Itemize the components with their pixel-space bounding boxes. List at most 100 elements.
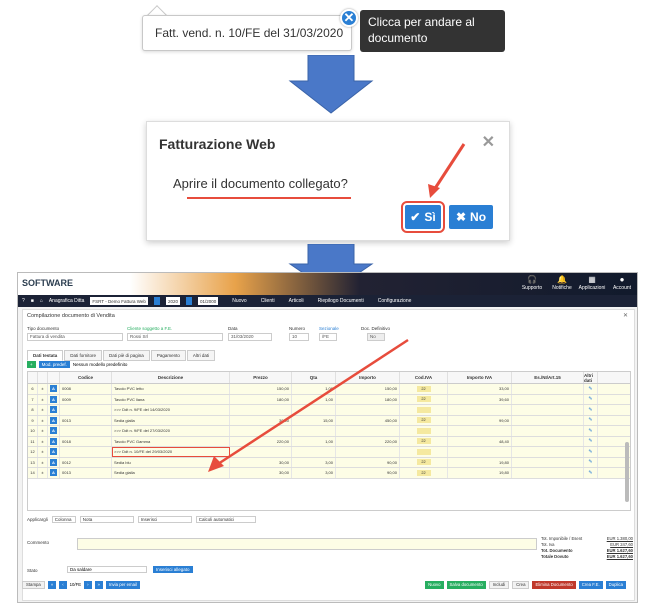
first-page-button[interactable]: « <box>47 580 57 589</box>
row-type-button[interactable]: A <box>50 385 57 393</box>
edit-icon[interactable]: ✎ <box>588 396 592 402</box>
save-button[interactable]: Salva documento <box>446 580 486 589</box>
calc-select[interactable]: Calcoli automatici <box>195 516 256 523</box>
reorder-icon[interactable]: ± <box>38 457 48 467</box>
tab-2[interactable]: Dati fornitore <box>64 350 103 361</box>
crea-button[interactable]: Crea <box>512 580 530 589</box>
tab-1[interactable]: Dati testata <box>27 350 64 361</box>
edit-icon[interactable]: ✎ <box>588 407 592 413</box>
top-icon-applicazioni[interactable]: ▦ Applicazioni <box>579 275 606 291</box>
edit-icon[interactable]: ✎ <box>584 457 598 467</box>
reorder-icon[interactable]: ± <box>38 415 48 425</box>
row-action-button[interactable]: A <box>48 436 60 446</box>
reorder-icon[interactable]: ± <box>38 405 48 415</box>
menu-documents[interactable]: Riepilogo Documenti <box>318 298 364 304</box>
edit-icon[interactable]: ✎ <box>588 470 592 476</box>
reorder-icon[interactable]: ± <box>38 394 48 404</box>
column-header[interactable]: Es./NI/Art.15 <box>512 372 584 383</box>
yes-button[interactable]: ✔ Sì <box>401 201 445 233</box>
edit-icon[interactable]: ✎ <box>588 459 592 465</box>
menu-clients[interactable]: Clienti <box>261 298 275 304</box>
prev-page-button[interactable]: ‹ <box>59 580 67 589</box>
row-type-button[interactable]: A <box>50 395 57 403</box>
home-icon[interactable]: ⌂ <box>40 298 43 304</box>
column-header[interactable]: Altri dati <box>584 372 598 383</box>
edit-icon[interactable]: ✎ <box>584 436 598 446</box>
row-type-button[interactable]: A <box>50 469 57 477</box>
close-icon[interactable]: ✕ <box>340 9 358 27</box>
row-action-button[interactable]: A <box>48 415 60 425</box>
close-icon[interactable]: ✕ <box>482 132 495 152</box>
document-link[interactable]: Fatt. vend. n. 10/FE del 31/03/2020 <box>142 15 352 51</box>
row-action-button[interactable]: A <box>48 447 60 457</box>
column-header[interactable]: Importo IVA <box>448 372 512 383</box>
reorder-icon[interactable]: ± <box>38 426 48 436</box>
edit-icon[interactable]: ✎ <box>588 449 592 455</box>
insert-select[interactable]: Inserisci <box>137 516 192 523</box>
document-link-text[interactable]: Fatt. vend. n. 10/FE del 31/03/2020 <box>155 26 343 40</box>
reorder-icon[interactable]: ± <box>38 447 48 457</box>
next-page-button[interactable]: › <box>84 580 92 589</box>
edit-icon[interactable]: ✎ <box>584 394 598 404</box>
reorder-icon[interactable]: ± <box>38 384 48 394</box>
row-action-button[interactable]: A <box>48 384 60 394</box>
status-select[interactable]: Da saldare <box>67 566 147 573</box>
edit-icon[interactable]: ✎ <box>584 426 598 436</box>
close-icon[interactable]: ✕ <box>623 312 628 319</box>
send-email-button[interactable]: Invia per email <box>105 580 140 589</box>
edit-icon[interactable]: ✎ <box>588 417 592 423</box>
edit-icon[interactable]: ✎ <box>588 386 592 392</box>
row-action-button[interactable]: A <box>48 457 60 467</box>
add-icon[interactable]: + <box>27 361 36 368</box>
top-icon-supporto[interactable]: 🎧 Supporto <box>521 275 543 291</box>
row-type-button[interactable]: A <box>50 448 57 456</box>
includi-button[interactable]: Includi <box>488 580 510 589</box>
column-header[interactable] <box>28 372 38 383</box>
tab-4[interactable]: Pagamento <box>150 350 186 361</box>
duplicate-button[interactable]: Duplica <box>605 580 626 589</box>
row-type-button[interactable]: A <box>50 458 57 466</box>
column-header[interactable] <box>38 372 48 383</box>
row-action-button[interactable]: A <box>48 426 60 436</box>
comment-field[interactable] <box>77 538 537 550</box>
menu-new[interactable]: Nuovo <box>232 298 246 304</box>
column-header[interactable] <box>48 372 60 383</box>
row-action-button[interactable]: A <box>48 394 60 404</box>
attach-button[interactable]: Inserisci allegato <box>153 566 193 573</box>
edit-icon[interactable]: ✎ <box>584 384 598 394</box>
row-type-button[interactable]: A <box>50 416 57 424</box>
menu-configuration[interactable]: Configurazione <box>378 298 412 304</box>
edit-icon[interactable]: ✎ <box>584 415 598 425</box>
no-button[interactable]: ✖ No <box>449 205 493 229</box>
print-button[interactable]: Stampa <box>22 580 45 589</box>
row-type-button[interactable]: A <box>50 427 57 435</box>
row-type-button[interactable]: A <box>50 406 57 414</box>
row-action-button[interactable]: A <box>48 405 60 415</box>
company-select[interactable]: FSRT - Demo Fattura Web <box>90 297 148 305</box>
reorder-icon[interactable]: ± <box>38 436 48 446</box>
total-value[interactable]: EUR 1.627,60 <box>607 554 633 560</box>
edit-icon[interactable]: ✎ <box>584 405 598 415</box>
model-button[interactable]: Mod. predef. <box>38 361 70 368</box>
create-fe-button[interactable]: Crea F.E. <box>578 580 603 589</box>
apply-select[interactable]: Colonna <box>51 516 76 523</box>
year-select[interactable]: 2020 <box>165 297 180 305</box>
doc-type-field[interactable]: Fattura di vendita <box>27 333 123 341</box>
edit-icon[interactable]: ✎ <box>588 428 592 434</box>
grid-scrollbar[interactable] <box>625 442 629 502</box>
top-icon-account[interactable]: ● Account <box>611 275 633 291</box>
video-icon[interactable]: ■ <box>31 298 34 304</box>
period-select[interactable]: 01/2000 <box>197 297 219 305</box>
menu-items[interactable]: Articoli <box>289 298 304 304</box>
year-dropdown-icon[interactable] <box>185 297 192 305</box>
edit-icon[interactable]: ✎ <box>584 468 598 478</box>
row-type-button[interactable]: A <box>50 437 57 445</box>
company-dropdown-icon[interactable] <box>153 297 160 305</box>
note-select[interactable]: Nota <box>79 516 134 523</box>
edit-icon[interactable]: ✎ <box>584 447 598 457</box>
help-icon[interactable]: ? <box>22 298 25 304</box>
column-header[interactable]: Codice <box>60 372 112 383</box>
top-icon-notifiche[interactable]: 🔔 Notifiche <box>551 275 573 291</box>
row-action-button[interactable]: A <box>48 468 60 478</box>
tab-3[interactable]: Dati piè di pagina <box>103 350 150 361</box>
